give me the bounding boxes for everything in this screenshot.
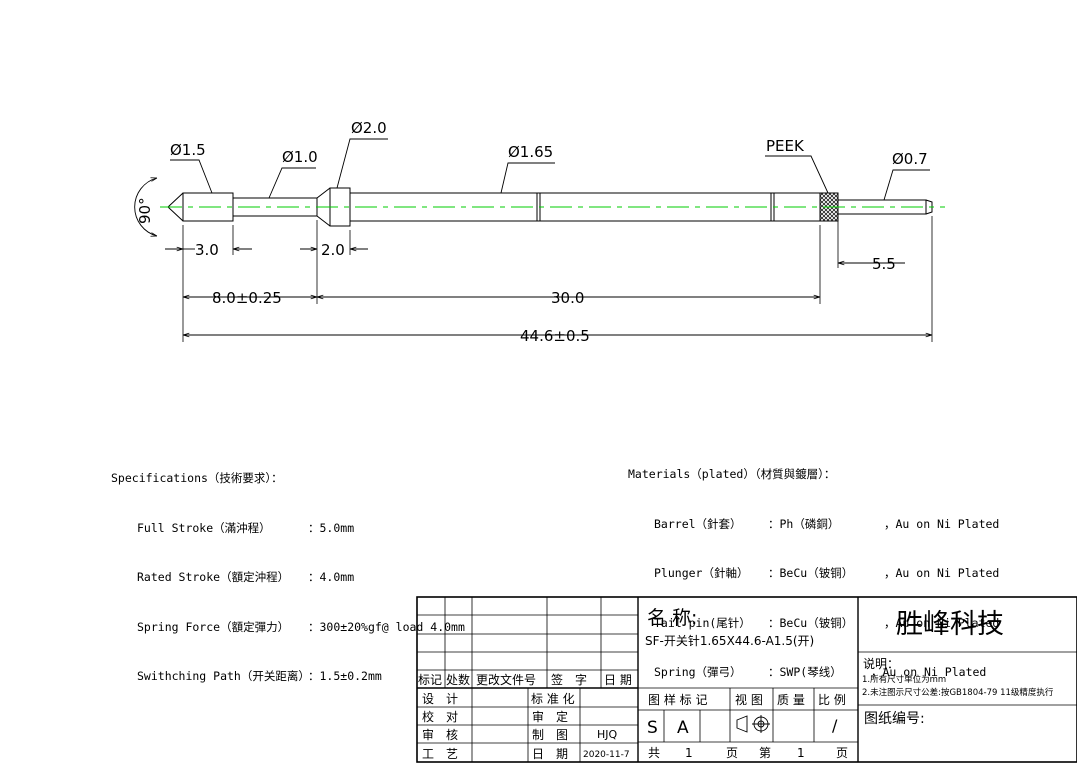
material-plating: ，Au on Ni Plated xyxy=(884,516,1000,531)
dim-barrel-length: 30.0 xyxy=(551,289,584,307)
material-plating: ，Au on Ni Plated xyxy=(884,566,1000,580)
material-plating: ，Au on Ni Plated xyxy=(871,665,987,679)
dim-tip-length: 3.0 xyxy=(195,241,219,259)
material-row: Barrel（針套） ：Ph（磷銅） ，Au on Ni Plated xyxy=(628,516,999,533)
scale-value: / xyxy=(832,716,838,735)
dim-tail-length: 5.5 xyxy=(872,255,896,273)
drawing-date: 2020-11-7 xyxy=(583,750,630,760)
spec-row: Swithching Path（开关距离） ：1.5±0.2mm xyxy=(111,668,465,685)
dim-plunger-length: 8.0±0.25 xyxy=(212,289,282,307)
spec-label: Full Stroke（滿沖程） xyxy=(137,520,271,535)
specifications-title: Specifications（技術要求）： xyxy=(111,471,283,485)
label-drawing-number: 图纸编号: xyxy=(864,711,925,727)
label-date: 日 期 xyxy=(532,747,568,761)
spec-row: Full Stroke（滿沖程） ：5.0mm xyxy=(111,520,465,537)
spec-value: ：300±20%gf@ load 4.0mm xyxy=(308,619,465,634)
dim-total-length: 44.6±0.5 xyxy=(520,327,590,345)
material-part: Barrel（針套） xyxy=(654,516,742,531)
label-page: 页 xyxy=(726,746,738,760)
mark-a: A xyxy=(677,718,689,738)
material-row: Tail pin(尾针） ：BeCu（铍铜） ，Au on Ni Plated xyxy=(628,615,999,632)
dim-tail-diameter: Ø0.7 xyxy=(892,150,928,168)
materials-title: Materials（plated）（材質與鍍層）： xyxy=(628,467,836,481)
dimension-labels: Ø1.5 Ø1.0 Ø2.0 Ø1.65 PEEK Ø0.7 90° 3.0 2… xyxy=(136,119,928,345)
spec-row: Rated Stroke（額定沖程） ：4.0mm xyxy=(111,569,465,586)
label-draw: 制 图 xyxy=(532,728,568,742)
material-row: Plunger（針軸） ：BeCu（铍铜） ，Au on Ni Plated xyxy=(628,565,999,582)
material-plating: ，Au on Ni Plated xyxy=(884,615,1000,630)
label-sheet-page: 页 xyxy=(836,746,848,760)
label-standard: 标 准 化 xyxy=(531,692,575,706)
material-part: Plunger（針軸） xyxy=(654,566,749,580)
dim-tip-angle: 90° xyxy=(136,197,154,224)
material-name: ：Ph（磷銅） xyxy=(768,516,840,531)
materials-block: Materials（plated）（材質與鍍層）： Barrel（針套） ：Ph… xyxy=(628,433,999,697)
dim-collar-length: 2.0 xyxy=(321,241,345,259)
dim-collar-diameter: Ø2.0 xyxy=(351,119,387,137)
label-check: 校 对 xyxy=(422,709,458,724)
specifications-block: Specifications（技術要求）： Full Stroke（滿沖程） ：… xyxy=(111,437,465,701)
material-row: Spring（彈弓） ：SWP(琴线） ，Au on Ni Plated xyxy=(628,664,999,681)
dim-tip-diameter: Ø1.5 xyxy=(170,141,206,159)
material-part: Tail pin(尾针） xyxy=(654,615,751,630)
label-total: 共 xyxy=(648,746,660,760)
spec-label: Swithching Path（开关距离） xyxy=(137,669,310,683)
spec-value: ：5.0mm xyxy=(308,520,355,535)
dim-neck-diameter: Ø1.0 xyxy=(282,148,318,166)
rev-col-sign: 签 字 xyxy=(551,672,587,687)
material-part: Spring（彈弓） xyxy=(654,665,742,679)
label-process: 工 艺 xyxy=(422,747,458,761)
spec-value: ：4.0mm xyxy=(308,570,355,584)
extension-lines xyxy=(182,216,933,342)
dim-barrel-diameter: Ø1.65 xyxy=(508,143,553,161)
rev-col-doc: 更改文件号 xyxy=(476,672,536,687)
spec-label: Spring Force（額定彈力） xyxy=(137,619,290,634)
label-approve: 审 定 xyxy=(532,709,568,724)
spec-row: Spring Force（額定彈力） ：300±20%gf@ load 4.0m… xyxy=(111,619,465,636)
spec-value: ：1.5±0.2mm xyxy=(308,669,382,683)
projection-symbol-icon xyxy=(736,715,770,733)
label-peek: PEEK xyxy=(766,137,805,155)
spec-label: Rated Stroke（額定沖程） xyxy=(137,570,290,584)
total-value: 1 xyxy=(685,746,693,760)
dimension-lines xyxy=(134,178,932,335)
sheet-value: 1 xyxy=(797,746,805,760)
label-sheet: 第 xyxy=(759,746,771,760)
material-name: ：BeCu（铍铜） xyxy=(768,615,854,630)
mark-s: S xyxy=(647,718,658,738)
label-review: 审 核 xyxy=(422,727,458,742)
material-name: ：BeCu（铍铜） xyxy=(768,566,854,580)
material-name: ：SWP(琴线） xyxy=(768,665,842,679)
drawer-name: HJQ xyxy=(597,728,618,741)
